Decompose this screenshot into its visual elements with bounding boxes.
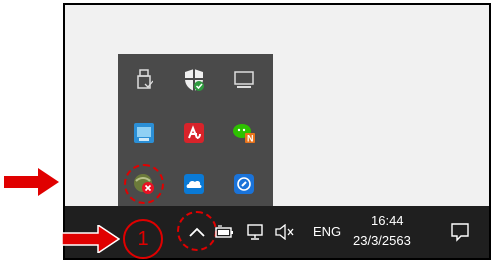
arrow-to-callout-2 [4, 168, 59, 196]
hidden-icons-popup: N [118, 54, 273, 211]
onedrive-icon[interactable] [182, 172, 206, 196]
compass-app-icon[interactable] [232, 172, 256, 196]
screenshot-frame: N ENG 16:44 23/3/2563 [63, 3, 491, 260]
windows-security-icon[interactable] [182, 68, 206, 92]
display-icon[interactable] [232, 68, 256, 92]
svg-text:N: N [247, 134, 254, 144]
arrow-to-callout-1 [62, 225, 120, 253]
network-icon[interactable] [244, 220, 268, 244]
usb-eject-icon[interactable] [132, 68, 156, 92]
wechat-icon[interactable]: N [232, 121, 256, 145]
language-indicator[interactable]: ENG [313, 224, 341, 239]
volume-muted-icon[interactable] [273, 220, 297, 244]
callout-2-highlight [124, 164, 164, 204]
clock-date[interactable]: 23/3/2563 [353, 233, 411, 248]
app-blue-icon[interactable] [132, 121, 156, 145]
callout-1-highlight [177, 211, 217, 251]
clock-time[interactable]: 16:44 [371, 213, 404, 228]
callout-1: 1 [123, 219, 163, 259]
avira-icon[interactable] [182, 121, 206, 145]
action-center-icon[interactable] [448, 220, 472, 244]
battery-icon[interactable] [213, 220, 237, 244]
